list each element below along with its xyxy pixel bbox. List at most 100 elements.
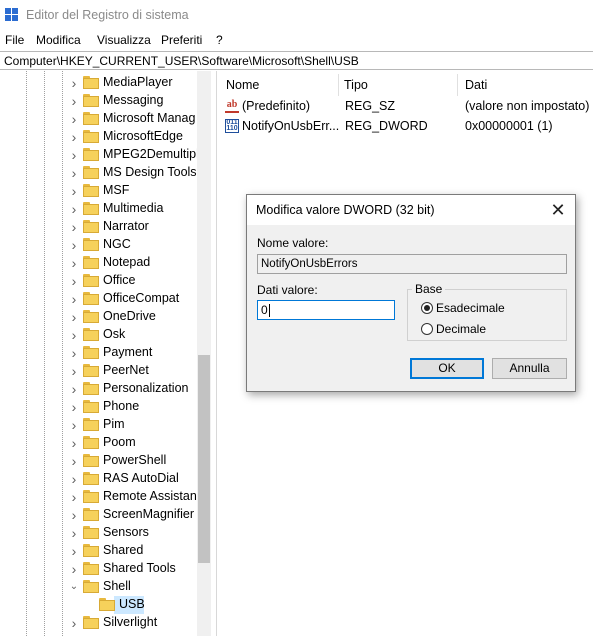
tree-item[interactable]: › Payment	[0, 344, 200, 362]
chevron-right-icon[interactable]: ›	[68, 110, 80, 128]
value-row[interactable]: 011 110 NotifyOnUsbErr... REG_DWORD 0x000…	[222, 118, 592, 136]
tree-item-selected[interactable]: USB	[0, 596, 200, 614]
column-dati[interactable]: Dati	[465, 78, 487, 92]
tree-item[interactable]: › NGC	[0, 236, 200, 254]
column-separator[interactable]	[457, 74, 458, 96]
tree-item-label: Phone	[103, 399, 140, 413]
tree-item[interactable]: › MicrosoftEdge	[0, 128, 200, 146]
scrollbar-thumb[interactable]	[198, 355, 210, 563]
chevron-right-icon[interactable]: ›	[68, 200, 80, 218]
chevron-right-icon[interactable]: ›	[68, 470, 80, 488]
chevron-right-icon[interactable]: ›	[68, 290, 80, 308]
folder-icon	[83, 490, 99, 503]
menu-file[interactable]: File	[5, 33, 24, 47]
tree-item[interactable]: › Phone	[0, 398, 200, 416]
tree-item[interactable]: ⌄ Shell	[0, 578, 200, 596]
tree-item[interactable]: › OfficeCompat	[0, 290, 200, 308]
menu-modifica[interactable]: Modifica	[36, 33, 81, 47]
tree-item[interactable]: › Shared Tools	[0, 560, 200, 578]
tree-item[interactable]: › Pim	[0, 416, 200, 434]
folder-icon	[83, 220, 99, 233]
column-tipo[interactable]: Tipo	[344, 78, 368, 92]
chevron-right-icon[interactable]: ›	[68, 326, 80, 344]
folder-icon	[83, 292, 99, 305]
column-separator[interactable]	[338, 74, 339, 96]
tree-item[interactable]: › MS Design Tools	[0, 164, 200, 182]
tree-item[interactable]: › Office	[0, 272, 200, 290]
chevron-right-icon[interactable]: ›	[68, 488, 80, 506]
tree-item[interactable]: › Personalization	[0, 380, 200, 398]
tree-item[interactable]: › Osk	[0, 326, 200, 344]
tree-item-label: MPEG2Demultipl	[103, 147, 199, 161]
tree-item[interactable]: › Sensors	[0, 524, 200, 542]
chevron-right-icon[interactable]: ›	[68, 362, 80, 380]
tree-item[interactable]: › Remote Assistanc	[0, 488, 204, 506]
radio-selected-dot	[424, 305, 430, 311]
menu-preferiti[interactable]: Preferiti	[161, 33, 202, 47]
address-bar[interactable]: Computer\HKEY_CURRENT_USER\Software\Micr…	[0, 51, 593, 70]
tree-item[interactable]: › OneDrive	[0, 308, 200, 326]
chevron-right-icon[interactable]: ›	[68, 146, 80, 164]
ok-button[interactable]: OK	[410, 358, 484, 379]
value-data-input[interactable]: 0	[257, 300, 395, 320]
tree-item-label: Remote Assistanc	[103, 489, 204, 503]
close-icon[interactable]: ✕	[547, 199, 569, 221]
chevron-right-icon[interactable]: ›	[68, 218, 80, 236]
radio-hex[interactable]	[421, 302, 433, 314]
tree-item[interactable]: › Poom	[0, 434, 200, 452]
chevron-right-icon[interactable]: ›	[68, 560, 80, 578]
radio-hex-label[interactable]: Esadecimale	[436, 301, 505, 315]
chevron-right-icon[interactable]: ›	[68, 92, 80, 110]
chevron-right-icon[interactable]: ›	[68, 380, 80, 398]
tree-item[interactable]: › Shared	[0, 542, 200, 560]
chevron-right-icon[interactable]: ›	[68, 524, 80, 542]
tree-scrollbar[interactable]	[197, 71, 211, 636]
chevron-right-icon[interactable]: ›	[68, 506, 80, 524]
chevron-right-icon[interactable]: ›	[68, 236, 80, 254]
tree-item[interactable]: › MPEG2Demultipl	[0, 146, 200, 164]
tree-item[interactable]: › Silverlight	[0, 614, 200, 632]
chevron-right-icon[interactable]: ›	[68, 128, 80, 146]
value-row[interactable]: ab (Predefinito) REG_SZ (valore non impo…	[222, 98, 592, 116]
chevron-right-icon[interactable]: ›	[68, 74, 80, 92]
pane-splitter[interactable]	[216, 71, 217, 636]
radio-decimal-label[interactable]: Decimale	[436, 322, 486, 336]
tree-item[interactable]: › Microsoft Manag	[0, 110, 200, 128]
radio-decimal[interactable]	[421, 323, 433, 335]
column-nome[interactable]: Nome	[226, 78, 259, 92]
chevron-down-icon[interactable]: ⌄	[68, 578, 80, 596]
chevron-right-icon[interactable]: ›	[68, 308, 80, 326]
chevron-right-icon[interactable]: ›	[68, 542, 80, 560]
tree-item[interactable]: › MSF	[0, 182, 200, 200]
tree-item[interactable]: › Multimedia	[0, 200, 200, 218]
tree-item[interactable]: › Narrator	[0, 218, 200, 236]
chevron-right-icon[interactable]: ›	[68, 344, 80, 362]
cancel-button[interactable]: Annulla	[492, 358, 567, 379]
tree-item[interactable]: › PeerNet	[0, 362, 200, 380]
chevron-right-icon[interactable]: ›	[68, 452, 80, 470]
tree-item-label: USB	[119, 597, 145, 611]
tree-item[interactable]: › MediaPlayer	[0, 74, 200, 92]
chevron-right-icon[interactable]: ›	[68, 398, 80, 416]
tree-item[interactable]: › RAS AutoDial	[0, 470, 200, 488]
tree-item[interactable]: › PowerShell	[0, 452, 200, 470]
chevron-right-icon[interactable]: ›	[68, 254, 80, 272]
chevron-right-icon[interactable]: ›	[68, 182, 80, 200]
menu-help[interactable]: ?	[216, 33, 223, 47]
folder-icon	[83, 148, 99, 161]
tree-item[interactable]: › ScreenMagnifier	[0, 506, 200, 524]
tree-item-label: MediaPlayer	[103, 75, 173, 89]
tree-item-label: PowerShell	[103, 453, 167, 467]
chevron-right-icon[interactable]: ›	[68, 416, 80, 434]
tree-item-label: Microsoft Manag	[103, 111, 196, 125]
tree-item[interactable]: › Notepad	[0, 254, 200, 272]
menu-visualizza[interactable]: Visualizza	[97, 33, 151, 47]
tree-item[interactable]: › Messaging	[0, 92, 200, 110]
chevron-right-icon[interactable]: ›	[68, 434, 80, 452]
chevron-right-icon[interactable]: ›	[68, 164, 80, 182]
tree-item-label: NGC	[103, 237, 131, 251]
title-bar: Editor del Registro di sistema	[0, 0, 595, 31]
chevron-right-icon[interactable]: ›	[68, 614, 80, 632]
folder-icon	[83, 130, 99, 143]
chevron-right-icon[interactable]: ›	[68, 272, 80, 290]
